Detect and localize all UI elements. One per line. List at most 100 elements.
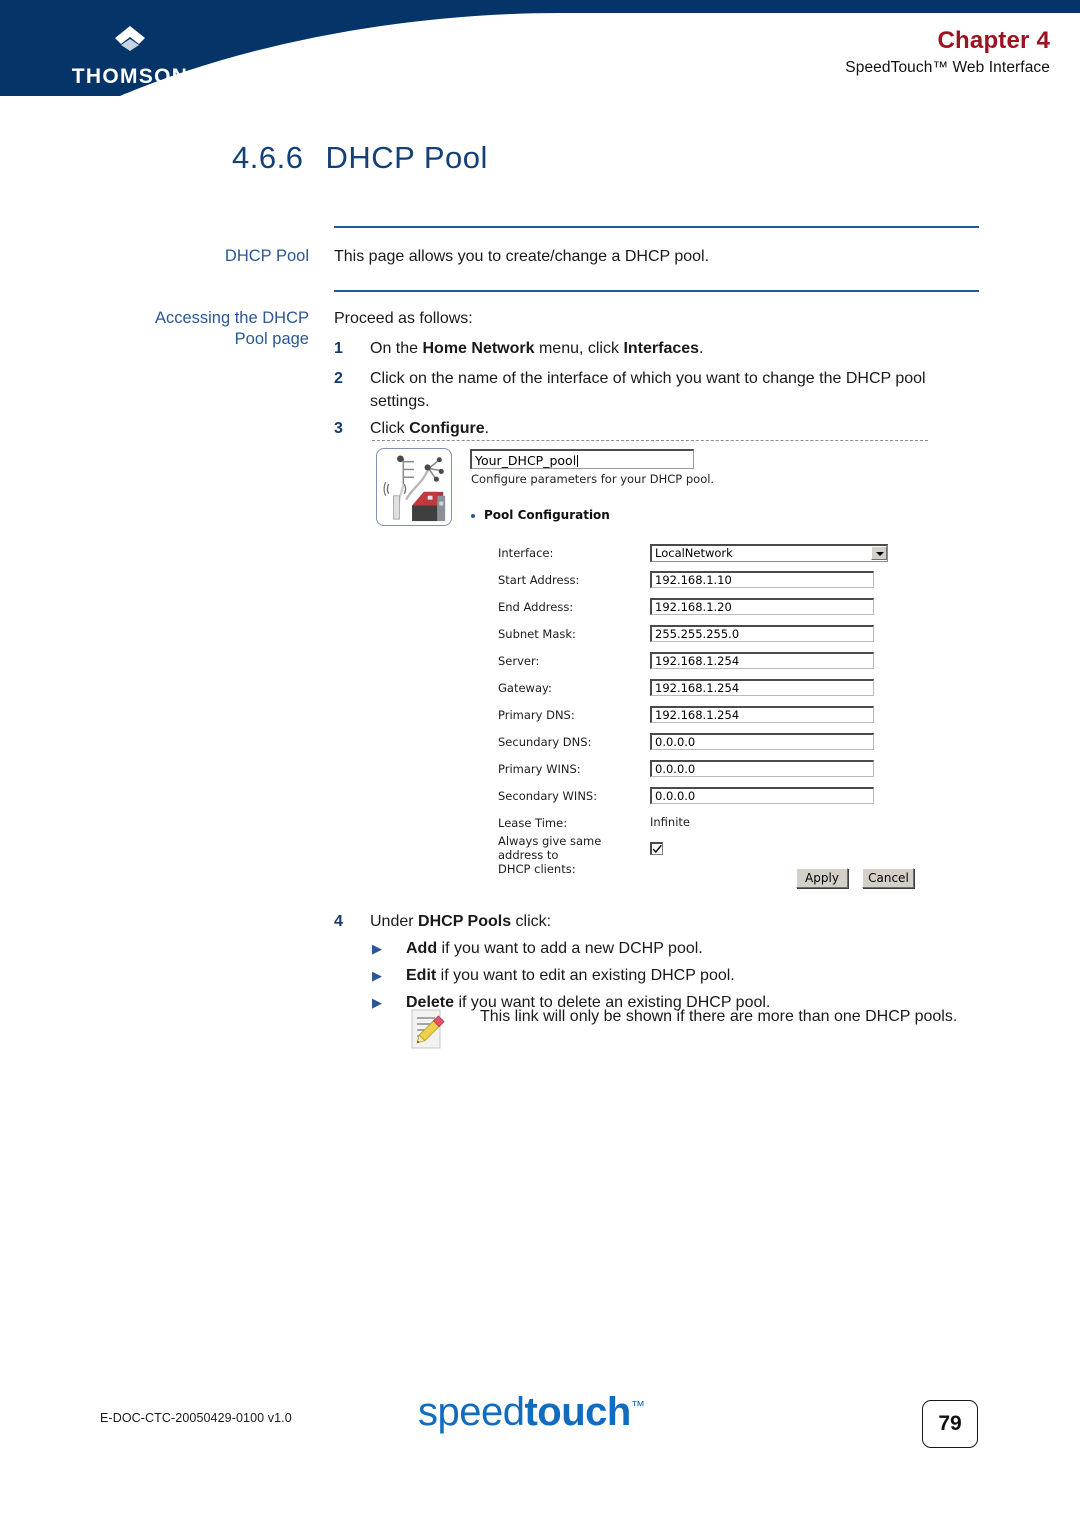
note-text: This link will only be shown if there ar… bbox=[480, 1008, 958, 1025]
chapter-block: Chapter 4 SpeedTouch™ Web Interface bbox=[845, 27, 1050, 77]
page-header: THOMSON Chapter 4 SpeedTouch™ Web Interf… bbox=[0, 0, 1080, 110]
section-number: 4.6.6 bbox=[232, 140, 304, 175]
step-2-text: Click on the name of the interface of wh… bbox=[370, 370, 926, 410]
step-1-bold-2: Interfaces bbox=[623, 340, 700, 357]
step-4-text: Under DHCP Pools click: bbox=[370, 911, 984, 934]
chapter-subtitle: SpeedTouch™ Web Interface bbox=[845, 59, 1050, 77]
form-row-server: Server: 192.168.1.254 bbox=[372, 652, 932, 674]
note-pencil-icon bbox=[411, 1009, 445, 1049]
page-title: 4.6.6 DHCP Pool bbox=[232, 140, 488, 176]
step-1-mid: menu, click bbox=[534, 340, 624, 357]
thomson-wordmark: THOMSON bbox=[71, 65, 189, 88]
arrow-right-icon: ▶ bbox=[372, 995, 382, 1010]
intro-paragraph: This page allows you to create/change a … bbox=[334, 248, 710, 265]
end-address-field[interactable]: 192.168.1.20 bbox=[650, 598, 874, 615]
step-2-number: 2 bbox=[334, 370, 343, 387]
subnet-mask-label: Subnet Mask: bbox=[498, 627, 576, 641]
step-2: 2 Click on the name of the interface of … bbox=[334, 368, 984, 413]
start-address-label: Start Address: bbox=[498, 573, 580, 587]
proceed-text: Proceed as follows: bbox=[334, 310, 473, 327]
list-item-add-rest: if you want to add a new DCHP pool. bbox=[437, 940, 703, 957]
always-same-address-label-line1: Always give same address to bbox=[498, 834, 602, 863]
always-same-address-checkbox[interactable] bbox=[650, 842, 663, 855]
chevron-down-icon[interactable] bbox=[871, 546, 887, 560]
speedtouch-logo-light: speed bbox=[418, 1390, 525, 1434]
margin-label-accessing-line2: Pool page bbox=[234, 330, 309, 349]
form-row-end-address: End Address: 192.168.1.20 bbox=[372, 598, 932, 620]
step-1: 1 On the Home Network menu, click Interf… bbox=[334, 338, 984, 361]
form-row-secondary-dns: Secundary DNS: 0.0.0.0 bbox=[372, 733, 932, 755]
pool-configuration-heading: Pool Configuration bbox=[484, 508, 610, 522]
note-block: This link will only be shown if there ar… bbox=[408, 1006, 988, 1049]
chapter-title: Chapter 4 bbox=[937, 27, 1050, 54]
checkmark-icon bbox=[652, 844, 662, 854]
arrow-right-icon: ▶ bbox=[372, 968, 382, 983]
pool-name-value: Your_DHCP_pool bbox=[475, 453, 577, 468]
step-4-number: 4 bbox=[334, 913, 343, 930]
divider-top bbox=[334, 226, 979, 228]
step-1-bold-1: Home Network bbox=[422, 340, 535, 357]
page-number: 79 bbox=[922, 1400, 978, 1448]
lease-time-label: Lease Time: bbox=[498, 816, 568, 830]
thomson-diamond-icon bbox=[115, 26, 145, 51]
step-3-pre: Click bbox=[370, 420, 410, 437]
margin-label-dhcp-pool: DHCP Pool bbox=[224, 247, 309, 265]
speedtouch-logo: speedtouch™ bbox=[418, 1390, 645, 1434]
pool-name-input[interactable]: Your_DHCP_pool bbox=[470, 449, 694, 469]
secondary-wins-field[interactable]: 0.0.0.0 bbox=[650, 787, 874, 804]
home-network-icon bbox=[376, 448, 452, 526]
server-field[interactable]: 192.168.1.254 bbox=[650, 652, 874, 669]
text-caret bbox=[577, 455, 579, 467]
margin-label-accessing: Accessing the DHCP Pool page bbox=[100, 308, 309, 350]
list-item-edit: ▶ Edit if you want to edit an existing D… bbox=[372, 965, 992, 988]
always-same-address-label: Always give same address to DHCP clients… bbox=[498, 834, 648, 876]
step-3-post: . bbox=[484, 420, 490, 437]
server-label: Server: bbox=[498, 654, 540, 668]
section-title-text: DHCP Pool bbox=[325, 140, 488, 175]
step-3-number: 3 bbox=[334, 420, 343, 437]
form-row-subnet-mask: Subnet Mask: 255.255.255.0 bbox=[372, 625, 932, 647]
list-item-edit-rest: if you want to edit an existing DHCP poo… bbox=[436, 967, 735, 984]
lease-time-value: Infinite bbox=[650, 815, 690, 829]
gateway-label: Gateway: bbox=[498, 681, 552, 695]
list-item-add-text: Add if you want to add a new DCHP pool. bbox=[406, 938, 992, 961]
screenshot-top-dashed-divider bbox=[372, 440, 928, 441]
secondary-dns-label: Secundary DNS: bbox=[498, 735, 592, 749]
home-network-illustration bbox=[383, 455, 446, 522]
bullet-dot-icon bbox=[471, 514, 475, 518]
form-row-secondary-wins: Secondary WINS: 0.0.0.0 bbox=[372, 787, 932, 809]
list-item-edit-text: Edit if you want to edit an existing DHC… bbox=[406, 965, 992, 988]
end-address-label: End Address: bbox=[498, 600, 574, 614]
thomson-logo: THOMSON bbox=[55, 24, 205, 87]
form-row-primary-dns: Primary DNS: 192.168.1.254 bbox=[372, 706, 932, 728]
form-row-gateway: Gateway: 192.168.1.254 bbox=[372, 679, 932, 701]
step-4-bold: DHCP Pools bbox=[418, 913, 512, 930]
primary-dns-field[interactable]: 192.168.1.254 bbox=[650, 706, 874, 723]
step-1-number: 1 bbox=[334, 340, 343, 357]
step-1-pre: On the bbox=[370, 340, 423, 357]
interface-select[interactable]: LocalNetwork bbox=[650, 544, 888, 562]
gateway-field[interactable]: 192.168.1.254 bbox=[650, 679, 874, 696]
step-4-post: click: bbox=[511, 913, 552, 930]
form-row-start-address: Start Address: 192.168.1.10 bbox=[372, 571, 932, 593]
start-address-field[interactable]: 192.168.1.10 bbox=[650, 571, 874, 588]
form-row-primary-wins: Primary WINS: 0.0.0.0 bbox=[372, 760, 932, 782]
subnet-mask-field[interactable]: 255.255.255.0 bbox=[650, 625, 874, 642]
pool-description: Configure parameters for your DHCP pool. bbox=[471, 472, 715, 486]
step-3-text: Click Configure. bbox=[370, 418, 984, 441]
primary-wins-label: Primary WINS: bbox=[498, 762, 581, 776]
arrow-right-icon: ▶ bbox=[372, 941, 382, 956]
list-item-add-bold: Add bbox=[406, 940, 438, 957]
apply-button[interactable]: Apply bbox=[796, 868, 848, 888]
interface-select-value: LocalNetwork bbox=[655, 546, 733, 560]
secondary-dns-field[interactable]: 0.0.0.0 bbox=[650, 733, 874, 750]
primary-wins-field[interactable]: 0.0.0.0 bbox=[650, 760, 874, 777]
secondary-wins-label: Secondary WINS: bbox=[498, 789, 598, 803]
step-3: 3 Click Configure. bbox=[334, 418, 984, 441]
form-row-lease-time: Lease Time: Infinite bbox=[372, 814, 932, 836]
primary-dns-label: Primary DNS: bbox=[498, 708, 575, 722]
cancel-button[interactable]: Cancel bbox=[862, 868, 915, 888]
trademark-symbol: ™ bbox=[630, 1397, 645, 1414]
list-item-add: ▶ Add if you want to add a new DCHP pool… bbox=[372, 938, 992, 961]
speedtouch-logo-bold: touch bbox=[524, 1390, 631, 1434]
